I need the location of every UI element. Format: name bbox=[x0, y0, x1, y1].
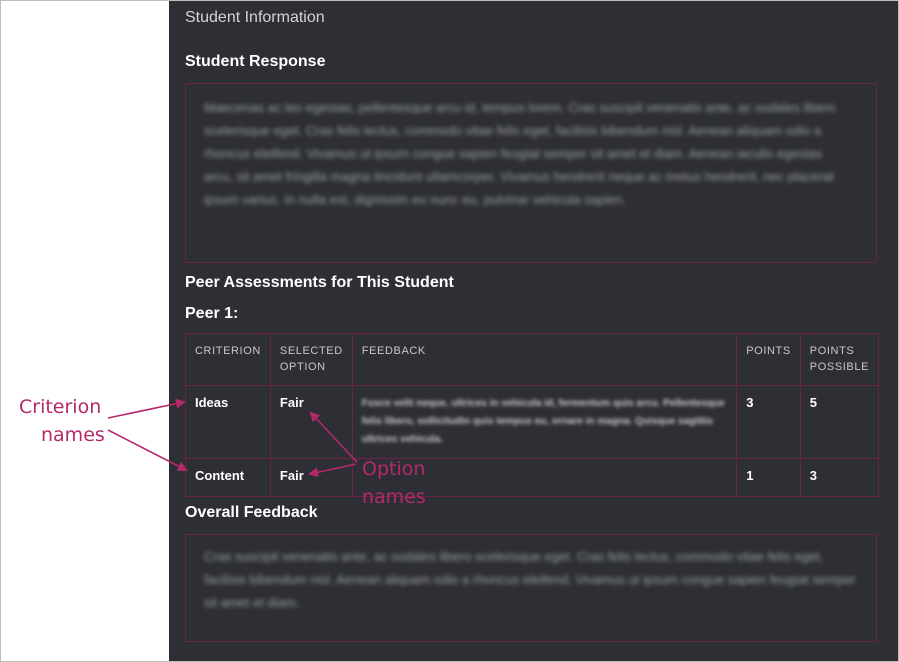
option-names-callout-line1: Option bbox=[362, 458, 426, 480]
panel-title: Student Information bbox=[185, 9, 325, 26]
student-response-text: Maecenas ac leo egestas, pellentesque ar… bbox=[204, 100, 836, 207]
column-header-selected-option: SELECTED OPTION bbox=[269, 333, 353, 386]
student-response-heading: Student Response bbox=[185, 53, 326, 70]
criterion-name: Content bbox=[185, 458, 271, 497]
option-names-callout-line2: names bbox=[362, 486, 426, 508]
criterion-names-callout-line1: Criterion bbox=[19, 396, 102, 418]
table-row: Ideas Fair Fusce velit neque, ultrices i… bbox=[185, 385, 880, 459]
column-header-criterion: CRITERION bbox=[185, 333, 271, 386]
overall-feedback-heading: Overall Feedback bbox=[185, 504, 318, 521]
selected-option: Fair bbox=[269, 385, 353, 459]
column-header-points-possible: POINTS POSSIBLE bbox=[799, 333, 880, 386]
column-header-points: POINTS bbox=[736, 333, 801, 386]
points-possible: 5 bbox=[799, 385, 880, 459]
criterion-name: Ideas bbox=[185, 385, 271, 459]
peer-assessments-heading: Peer Assessments for This Student bbox=[185, 274, 454, 291]
points-possible: 3 bbox=[799, 458, 880, 497]
criterion-names-callout-line2: names bbox=[41, 424, 105, 446]
points: 3 bbox=[736, 385, 801, 459]
selected-option: Fair bbox=[269, 458, 353, 497]
column-header-feedback: FEEDBACK bbox=[351, 333, 738, 386]
student-information-panel: Student Information Student Response Mae… bbox=[169, 1, 898, 661]
overall-feedback-text: Cras suscipit venenatis ante, ac sodales… bbox=[204, 549, 856, 610]
feedback-cell: Fusce velit neque, ultrices in vehicula … bbox=[351, 385, 738, 459]
peer-assessment-table: CRITERION SELECTED OPTION FEEDBACK POINT… bbox=[185, 333, 880, 497]
feedback-text: Fusce velit neque, ultrices in vehicula … bbox=[361, 398, 725, 445]
points: 1 bbox=[736, 458, 801, 497]
overall-feedback-box: Cras suscipit venenatis ante, ac sodales… bbox=[185, 534, 877, 642]
student-response-box: Maecenas ac leo egestas, pellentesque ar… bbox=[185, 83, 877, 263]
table-header-row: CRITERION SELECTED OPTION FEEDBACK POINT… bbox=[185, 333, 880, 386]
peer-label: Peer 1: bbox=[185, 305, 239, 322]
table-row: Content Fair 1 3 bbox=[185, 458, 880, 497]
